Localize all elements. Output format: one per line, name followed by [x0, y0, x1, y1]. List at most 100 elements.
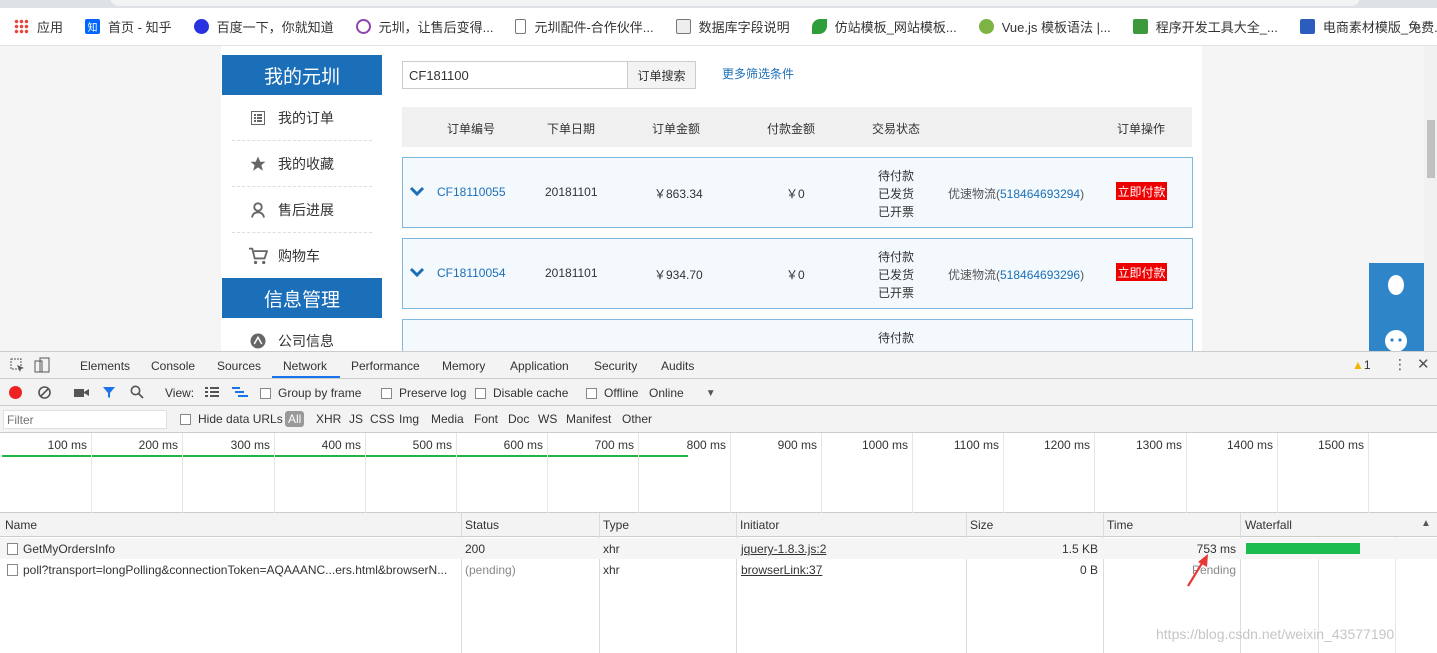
timeline-gridline	[912, 433, 913, 513]
filter-type-other[interactable]: Other	[622, 412, 652, 426]
request-status: (pending)	[465, 563, 516, 577]
company-icon	[248, 331, 268, 351]
request-name[interactable]: poll?transport=longPolling&connectionTok…	[23, 563, 447, 577]
tab-console[interactable]: Console	[151, 359, 195, 373]
throttle-select[interactable]: Online ▼	[649, 386, 716, 400]
filter-type-xhr[interactable]: XHR	[316, 412, 341, 426]
sidebar-item-cart[interactable]: 购物车	[232, 233, 372, 279]
header-paid-amount: 付款金额	[767, 122, 816, 136]
inspect-element-icon[interactable]	[10, 358, 25, 373]
pay-now-button[interactable]: 立即付款	[1116, 182, 1167, 200]
large-rows-icon[interactable]	[205, 387, 219, 398]
order-id-link[interactable]: CF18110054	[437, 266, 506, 280]
clear-icon[interactable]	[38, 386, 51, 399]
customer-service-panel[interactable]	[1369, 263, 1424, 351]
order-search-input[interactable]	[402, 61, 628, 89]
column-time[interactable]: Time	[1107, 518, 1133, 532]
column-name[interactable]: Name	[5, 518, 37, 532]
filter-icon[interactable]	[102, 386, 116, 399]
chevron-down-icon[interactable]	[409, 184, 425, 198]
group-by-frame-checkbox[interactable]: Group by frame	[260, 386, 361, 400]
bookmark-devtools[interactable]: 程序开发工具大全_...	[1132, 17, 1278, 36]
filter-type-ws[interactable]: WS	[538, 412, 557, 426]
tab-sources[interactable]: Sources	[217, 359, 261, 373]
doc-icon	[675, 19, 691, 34]
tab-security[interactable]: Security	[594, 359, 637, 373]
tracking-number-link[interactable]: 518464693296	[1000, 268, 1080, 282]
bookmark-baidu[interactable]: 百度一下，你就知道	[193, 17, 334, 36]
request-name[interactable]: GetMyOrdersInfo	[23, 542, 115, 556]
scrollbar-thumb[interactable]	[1427, 120, 1435, 178]
column-size[interactable]: Size	[970, 518, 993, 532]
warning-counter[interactable]: ▲1	[1352, 358, 1371, 372]
sidebar-item-orders[interactable]: 我的订单	[232, 95, 372, 141]
table-row[interactable]: GetMyOrdersInfo 200 xhr jquery-1.8.3.js:…	[0, 538, 1437, 559]
column-status[interactable]: Status	[465, 518, 499, 532]
tab-elements[interactable]: Elements	[80, 359, 130, 373]
page-scrollbar[interactable]	[1424, 46, 1437, 351]
network-overview-timeline[interactable]: 100 ms 200 ms 300 ms 400 ms 500 ms 600 ms 700 …	[0, 433, 1437, 513]
filter-type-doc[interactable]: Doc	[508, 412, 529, 426]
search-icon[interactable]	[130, 385, 144, 399]
close-icon[interactable]: ✕	[1417, 355, 1430, 373]
camera-icon[interactable]	[74, 387, 89, 398]
timeline-gridline	[1003, 433, 1004, 513]
device-toolbar-icon[interactable]	[34, 357, 50, 373]
request-initiator-link[interactable]: jquery-1.8.3.js:2	[741, 542, 826, 556]
tab-performance[interactable]: Performance	[351, 359, 420, 373]
request-initiator-link[interactable]: browserLink:37	[741, 563, 822, 577]
bookmark-zhihu[interactable]: 知 首页 - 知乎	[85, 17, 172, 36]
address-bar[interactable]	[110, 0, 1360, 6]
bookmark-templates[interactable]: 仿站模板_网站模板...	[811, 17, 957, 36]
chat-icon[interactable]	[1384, 329, 1408, 351]
timeline-gridline	[547, 433, 548, 513]
filter-type-img[interactable]: Img	[399, 412, 419, 426]
filter-type-js[interactable]: JS	[349, 412, 363, 426]
overview-icon[interactable]	[232, 387, 248, 398]
sidebar-item-favorites[interactable]: 我的收藏	[232, 141, 372, 187]
star-icon	[248, 154, 268, 174]
bookmark-partners[interactable]: 元圳配件-合作伙伴...	[515, 17, 654, 36]
waterfall-bar[interactable]	[1246, 543, 1360, 554]
sort-up-icon[interactable]: ▲	[1421, 518, 1431, 529]
qq-icon[interactable]	[1385, 273, 1407, 299]
more-options-icon[interactable]: ⋮	[1393, 356, 1407, 373]
disable-cache-checkbox[interactable]: Disable cache	[475, 386, 568, 400]
column-type[interactable]: Type	[603, 518, 629, 532]
bookmark-vue[interactable]: Vue.js 模板语法 |...	[978, 17, 1111, 36]
column-waterfall[interactable]: Waterfall	[1245, 518, 1292, 532]
filter-type-media[interactable]: Media	[431, 412, 464, 426]
bookmark-yuanzhen[interactable]: 元圳，让售后变得...	[355, 17, 493, 36]
pay-now-button[interactable]: 立即付款	[1116, 263, 1167, 281]
header-trade-status: 交易状态	[872, 122, 921, 136]
tab-application[interactable]: Application	[510, 359, 569, 373]
tab-network[interactable]: Network	[283, 359, 327, 373]
sidebar-item-company-info[interactable]: 公司信息	[232, 318, 372, 351]
timeline-tick-label: 900 ms	[777, 438, 817, 452]
bookmarks-more-button[interactable]: »	[1414, 19, 1421, 34]
devtools-tabbar: Elements Console Sources Network Perform…	[0, 352, 1437, 379]
order-search-button[interactable]: 订单搜索	[627, 61, 696, 89]
filter-type-font[interactable]: Font	[474, 412, 498, 426]
network-table-header: Name Status Type Initiator Size Time Wat…	[0, 513, 1437, 537]
order-id-link[interactable]: CF18110055	[437, 185, 506, 199]
column-initiator[interactable]: Initiator	[740, 518, 779, 532]
filter-type-css[interactable]: CSS	[370, 412, 395, 426]
timeline-gridline	[274, 433, 275, 513]
preserve-log-checkbox[interactable]: Preserve log	[381, 386, 466, 400]
filter-type-manifest[interactable]: Manifest	[566, 412, 611, 426]
filter-type-all[interactable]: All	[285, 411, 305, 427]
bookmark-apps[interactable]: 应用	[14, 17, 63, 36]
hide-data-urls-checkbox[interactable]: Hide data URLs	[180, 412, 283, 426]
more-filters-link[interactable]: 更多筛选条件	[722, 65, 794, 82]
tracking-number-link[interactable]: 518464693294	[1000, 187, 1080, 201]
chevron-down-icon[interactable]	[409, 265, 425, 279]
table-row[interactable]: poll?transport=longPolling&connectionTok…	[0, 559, 1437, 580]
offline-checkbox[interactable]: Offline	[586, 386, 638, 400]
tab-audits[interactable]: Audits	[661, 359, 694, 373]
bookmark-db-fields[interactable]: 数据库字段说明	[675, 17, 790, 36]
tab-memory[interactable]: Memory	[442, 359, 485, 373]
filter-input[interactable]	[3, 410, 167, 429]
record-icon[interactable]	[9, 386, 22, 399]
sidebar-item-after-sales[interactable]: 售后进展	[232, 187, 372, 233]
